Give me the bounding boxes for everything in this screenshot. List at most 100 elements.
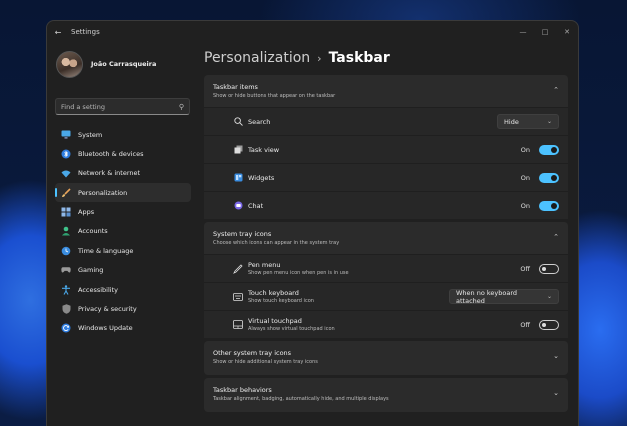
virtual-touchpad-row: Virtual touchpad Always show virtual tou… [204,310,568,338]
apps-icon [61,207,71,217]
page-title: Taskbar [328,50,390,66]
minimize-icon[interactable]: — [512,21,534,43]
dropdown-value: When no keyboard attached [456,288,518,305]
sidebar-item-label: Network & internet [78,169,141,178]
sidebar-item-bluetooth[interactable]: Bluetooth & devices [55,144,191,163]
search-dropdown[interactable]: Hide ⌄ [497,114,559,129]
sidebar-nav: System Bluetooth & devices Network & int… [53,125,193,338]
section-description: Taskbar alignment, badging, automaticall… [213,396,389,402]
sidebar-item-label: Windows Update [78,324,133,333]
update-icon [61,323,71,333]
row-label: Pen menu [248,261,281,269]
window-title: Settings [71,28,100,36]
sidebar-item-personalization[interactable]: Personalization [55,183,191,203]
pen-menu-row: Pen menu Show pen menu icon when pen is … [204,254,568,282]
section-description: Show or hide buttons that appear on the … [213,93,336,99]
keyboard-icon [233,292,243,302]
section-title: System tray icons [213,230,272,238]
gamepad-icon [61,265,71,275]
virtual-touchpad-toggle[interactable] [539,319,559,330]
sidebar-item-time-language[interactable]: Time & language [55,241,191,260]
row-label: Virtual touchpad [248,317,302,325]
sidebar-item-gaming[interactable]: Gaming [55,261,191,280]
window-controls: — □ ✕ [512,21,578,43]
sidebar-item-accounts[interactable]: Accounts [55,222,191,241]
sidebar-item-label: Personalization [78,188,128,197]
taskbar-items-header[interactable]: Taskbar items Show or hide buttons that … [204,75,568,107]
sidebar-item-network[interactable]: Network & internet [55,164,191,183]
sidebar-item-label: Privacy & security [78,305,137,314]
system-tray-section: System tray icons Choose which icons can… [204,222,568,338]
taskbar-behaviors-section[interactable]: Taskbar behaviors Taskbar alignment, bad… [204,378,568,412]
monitor-icon [61,130,71,140]
breadcrumb-parent[interactable]: Personalization [204,50,310,66]
breadcrumb-separator: › [317,51,322,65]
avatar [56,50,83,78]
taskbar-behaviors-header[interactable]: Taskbar behaviors Taskbar alignment, bad… [204,378,568,412]
profile-name: João Carrasqueira [91,60,157,68]
task-view-row: Task view On [204,135,568,163]
row-label: Touch keyboard [248,289,299,297]
chevron-down-icon[interactable]: ⌄ [553,389,559,397]
maximize-icon[interactable]: □ [534,21,556,43]
other-tray-header[interactable]: Other system tray icons Show or hide add… [204,341,568,375]
sidebar-item-label: Time & language [78,246,134,255]
pen-icon [233,263,243,274]
widgets-icon [233,173,243,183]
section-title: Other system tray icons [213,349,292,357]
row-label: Chat [248,201,264,210]
widgets-toggle[interactable] [539,172,559,183]
shield-icon [61,304,71,314]
row-description: Show touch keyboard icon [248,298,314,304]
search-icon[interactable]: ⚲ [179,103,184,111]
touchpad-icon [233,320,243,330]
sidebar-item-system[interactable]: System [55,125,191,144]
chevron-down-icon: ⌄ [546,118,552,125]
search-input[interactable] [61,102,171,111]
toggle-state: Off [520,264,530,273]
row-description: Show pen menu icon when pen is in use [248,270,349,276]
close-icon[interactable]: ✕ [556,21,578,43]
touch-keyboard-dropdown[interactable]: When no keyboard attached ⌄ [449,288,559,305]
other-tray-section[interactable]: Other system tray icons Show or hide add… [204,341,568,375]
row-label: Widgets [248,173,275,182]
chevron-down-icon[interactable]: ⌄ [553,352,559,360]
chevron-up-icon[interactable]: ⌃ [553,86,559,94]
toggle-state: Off [520,320,530,329]
sidebar-item-apps[interactable]: Apps [55,203,191,222]
task-view-toggle[interactable] [539,144,559,155]
user-profile[interactable]: João Carrasqueira [56,47,193,81]
sidebar-item-accessibility[interactable]: Accessibility [55,280,191,299]
sidebar-item-label: Accounts [78,227,108,236]
chevron-down-icon: ⌄ [546,293,552,300]
pen-menu-toggle[interactable] [539,263,559,274]
section-title: Taskbar items [213,83,258,91]
brush-icon [61,188,71,198]
search-row: Search Hide ⌄ [204,107,568,135]
section-description: Choose which icons can appear in the sys… [213,240,340,246]
bluetooth-icon [61,149,71,159]
toggle-state: On [520,145,530,154]
system-tray-header[interactable]: System tray icons Choose which icons can… [204,222,568,254]
toggle-state: On [520,201,530,210]
row-description: Always show virtual touchpad icon [248,326,335,332]
section-title: Taskbar behaviors [213,386,272,394]
chat-toggle[interactable] [539,200,559,211]
sidebar-item-label: System [78,130,103,139]
person-icon [61,226,71,236]
breadcrumb: Personalization › Taskbar [204,47,568,69]
row-label: Task view [248,145,280,154]
sidebar-item-privacy-security[interactable]: Privacy & security [55,300,191,319]
toggle-state: On [520,173,530,182]
touch-keyboard-row: Touch keyboard Show touch keyboard icon … [204,282,568,310]
sidebar-item-label: Accessibility [78,285,118,294]
search-box[interactable]: ⚲ [55,98,190,115]
sidebar-item-label: Apps [78,208,95,217]
task-view-icon [233,145,243,155]
chevron-up-icon[interactable]: ⌃ [553,233,559,241]
sidebar-item-label: Bluetooth & devices [78,149,144,158]
wifi-icon [61,168,71,178]
accessibility-icon [61,284,71,295]
sidebar-item-windows-update[interactable]: Windows Update [55,319,191,338]
back-button[interactable]: ← [47,21,69,43]
